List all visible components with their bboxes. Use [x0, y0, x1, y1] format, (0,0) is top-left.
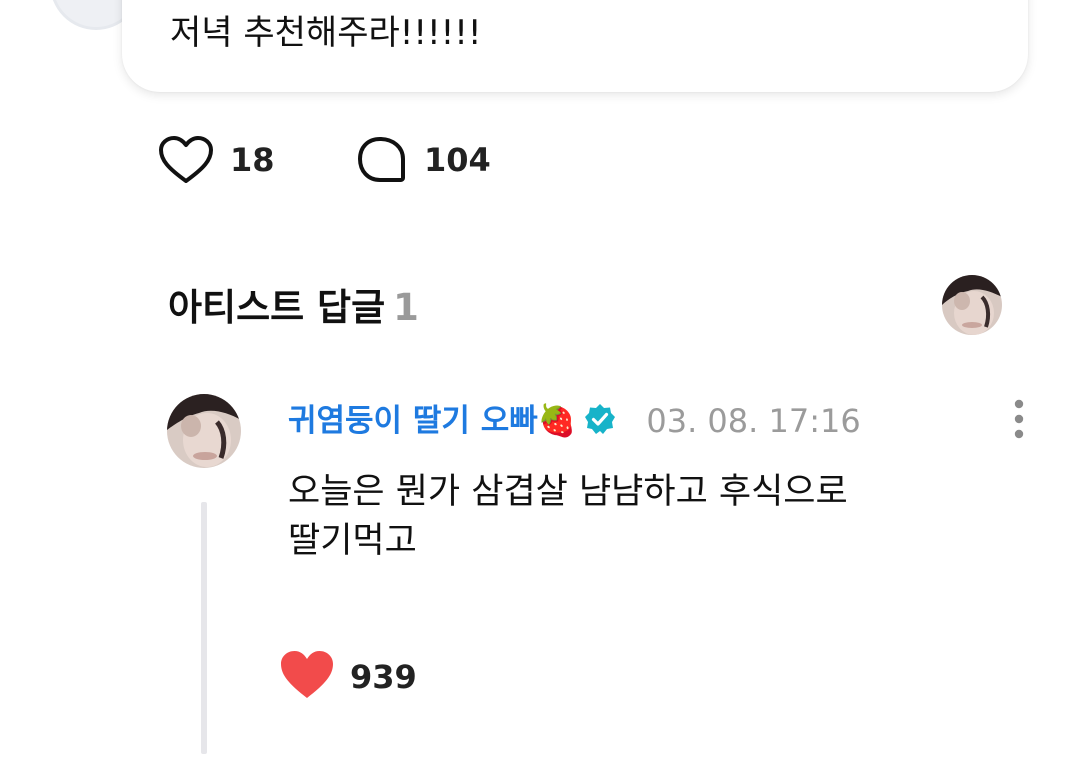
verified-badge-icon — [584, 403, 616, 439]
reply-more-button[interactable] — [1004, 399, 1034, 439]
reply-text-line-2: 딸기먹고 — [288, 521, 417, 561]
heart-filled-icon — [280, 650, 334, 704]
reply-like-count: 939 — [350, 658, 417, 696]
artist-replies-count: 1 — [393, 286, 419, 329]
post-comment-count: 104 — [424, 141, 491, 179]
heart-outline-icon — [158, 135, 214, 185]
reply-author-name[interactable]: 귀염둥이 딸기 오빠🍓 — [288, 398, 576, 444]
post-detail-page: 저녁 추천해주라!!!!!! 18 104 아티스트 답글 1 귀염둥이 딸기 … — [0, 0, 1080, 773]
post-comment-button[interactable]: 104 — [356, 135, 491, 185]
speech-bubble-icon — [356, 135, 408, 185]
artist-replies-title: 아티스트 답글 1 — [168, 282, 419, 334]
post-like-button[interactable]: 18 — [158, 135, 275, 185]
reply-date: 03. 08. 17:16 — [646, 402, 861, 440]
reply-author-avatar[interactable] — [167, 394, 241, 468]
reply-like-button[interactable]: 939 — [280, 650, 417, 704]
post-like-count: 18 — [230, 141, 275, 179]
reply-header: 귀염둥이 딸기 오빠🍓 03. 08. 17:16 — [288, 398, 861, 444]
artist-replies-label: 아티스트 답글 — [168, 286, 386, 329]
artist-avatar-small[interactable] — [942, 275, 1002, 335]
thread-line — [201, 502, 207, 754]
reply-text-line-1: 오늘은 뭔가 삼겹살 냠냠하고 후식으로 — [288, 472, 848, 512]
more-vertical-icon — [1004, 399, 1034, 443]
post-text: 저녁 추천해주라!!!!!! — [170, 13, 482, 53]
reply-text: 오늘은 뭔가 삼겹살 냠냠하고 후식으로 딸기먹고 — [288, 468, 968, 566]
